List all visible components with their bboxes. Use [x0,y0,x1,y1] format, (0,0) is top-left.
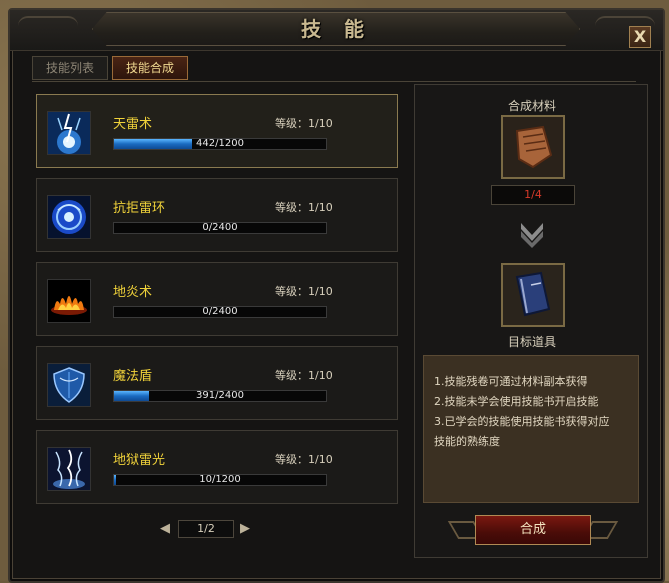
skill-name: 天雷术 [113,117,153,132]
skill-name: 地炎术 [113,285,153,300]
ground-fire-icon [47,279,91,323]
chevron-down-icon [519,219,545,253]
skill-level: 等级：1/10 [275,453,333,466]
repel-ring-icon [47,195,91,239]
close-button[interactable]: X [629,26,651,48]
skill-name: 魔法盾 [113,369,153,384]
skill-progress-bar: 0/2400 [113,222,327,234]
skill-row[interactable]: 地狱雷光 等级：1/10 10/1200 [36,430,398,504]
skill-progress-text: 0/2400 [202,222,238,233]
skill-progress-text: 0/2400 [202,306,238,317]
material-label: 合成材料 [507,99,556,113]
window-title: 技 能 [301,17,372,41]
prev-page-button[interactable]: ◀ [156,520,174,538]
description-line: 2.技能未学会使用技能书开启技能 [434,395,599,408]
page-indicator: 1/2 [178,520,234,538]
target-label: 目标道具 [507,335,556,349]
skill-level: 等级：1/10 [275,117,333,130]
skill-name: 地狱雷光 [113,453,166,468]
skill-progress-bar: 442/1200 [113,138,327,150]
description-line: 3.已学会的技能使用技能书获得对应 [434,415,610,428]
title-bar[interactable]: 技 能 [10,10,663,51]
synthesize-button[interactable]: 合成 [475,515,591,545]
scroll-fragment-icon [503,117,563,177]
skill-progress-text: 442/1200 [196,138,244,149]
skill-progress-text: 10/1200 [199,474,241,485]
skill-level: 等级：1/10 [275,201,333,214]
skill-row[interactable]: 地炎术 等级：1/10 0/2400 [36,262,398,336]
next-page-button[interactable]: ▶ [236,520,254,538]
skill-row[interactable]: 魔法盾 等级：1/10 391/2400 [36,346,398,420]
magic-shield-icon [47,363,91,407]
synthesis-description: 1.技能残卷可通过材料副本获得 2.技能未学会使用技能书开启技能 3.已学会的技… [423,355,639,503]
description-line: 技能的熟练度 [434,435,500,448]
synthesize-button-frame: 合成 [447,513,619,547]
tab-skill-synthesis[interactable]: 技能合成 [112,56,188,80]
thunder-strike-icon [47,111,91,155]
skill-row[interactable]: 天雷术 等级：1/10 442/1200 [36,94,398,168]
skill-level: 等级：1/10 [275,369,333,382]
material-slot[interactable] [501,115,565,179]
hell-lightning-icon [47,447,91,491]
material-count: 1/4 [491,185,575,205]
skill-progress-bar: 391/2400 [113,390,327,402]
skill-list: 天雷术 等级：1/10 442/1200 抗拒雷环 等级：1/10 0/2400 [36,84,402,554]
skill-level: 等级：1/10 [275,285,333,298]
skill-progress-bar: 0/2400 [113,306,327,318]
skill-progress-bar: 10/1200 [113,474,327,486]
skill-name: 抗拒雷环 [113,201,166,216]
tab-skill-list[interactable]: 技能列表 [32,56,108,80]
tab-divider [32,81,636,82]
target-slot[interactable] [501,263,565,327]
description-line: 1.技能残卷可通过材料副本获得 [434,375,588,388]
synthesis-panel: 合成材料 1/4 目标道具 1.技能残卷可通过材料副本获得 2.技能未学会使用技… [414,84,648,558]
skill-book-icon [503,265,563,325]
skill-progress-text: 391/2400 [196,390,244,401]
skill-row[interactable]: 抗拒雷环 等级：1/10 0/2400 [36,178,398,252]
